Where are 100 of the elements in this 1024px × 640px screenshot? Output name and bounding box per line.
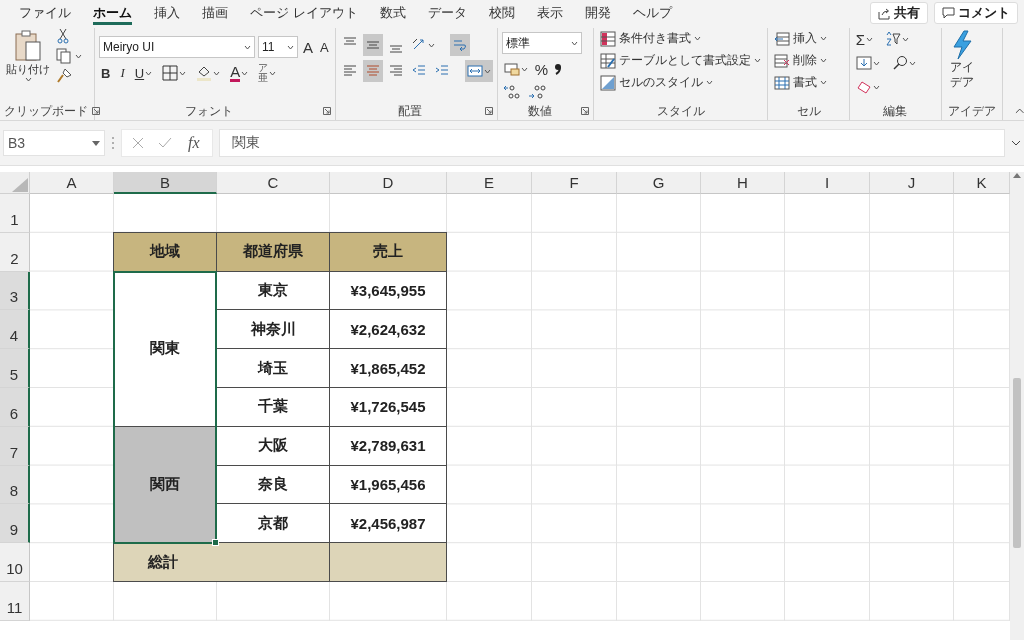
conditional-format-icon: [600, 30, 617, 47]
insert-cells-icon: [774, 30, 791, 47]
ribbon-tab[interactable]: 開発: [573, 0, 622, 26]
column-header[interactable]: A: [30, 172, 114, 194]
caret-icon: [570, 40, 578, 46]
cells-menu-button[interactable]: 書式: [772, 72, 830, 93]
ribbon-tab[interactable]: ホーム: [82, 0, 143, 26]
row-header[interactable]: 4: [0, 310, 30, 350]
column-header[interactable]: G: [617, 172, 701, 194]
ribbon-tab[interactable]: ファイル: [8, 0, 82, 26]
row-header[interactable]: 1: [0, 194, 30, 233]
autosum-button[interactable]: Σ: [853, 28, 876, 50]
total-cell: 総計: [113, 542, 330, 582]
caret-icon: [241, 70, 249, 76]
percent-button[interactable]: %: [532, 58, 551, 80]
column-header[interactable]: F: [532, 172, 617, 194]
align-center-icon: [364, 63, 381, 79]
row-header[interactable]: 7: [0, 426, 30, 466]
dialog-launcher-icon[interactable]: [484, 107, 493, 115]
vertical-scrollbar[interactable]: [1010, 172, 1024, 640]
font-name-dropdown[interactable]: Meiryo UI: [99, 36, 255, 58]
style-menu-button[interactable]: テーブルとして書式設定: [598, 50, 764, 71]
row-header[interactable]: 10: [0, 543, 30, 582]
column-header[interactable]: B: [114, 172, 217, 194]
caret-icon: [24, 77, 32, 82]
ribbon-tab[interactable]: 数式: [368, 0, 417, 26]
table-cell: ¥2,789,631: [329, 425, 447, 466]
group-label: フォント: [183, 103, 234, 119]
wrap-button[interactable]: [449, 34, 470, 56]
group-label: セル: [795, 103, 822, 119]
column-header[interactable]: I: [785, 172, 870, 194]
ribbon-tab[interactable]: 挿入: [143, 0, 191, 26]
cancel-icon[interactable]: [132, 137, 144, 149]
caret-icon: [75, 53, 82, 59]
caret-icon: [694, 36, 702, 41]
row-header[interactable]: 2: [0, 232, 30, 272]
paste-button[interactable]: 貼り付け: [4, 28, 52, 102]
copy-icon[interactable]: [56, 48, 72, 64]
scrollbar-thumb[interactable]: [1013, 378, 1021, 548]
name-box[interactable]: B3: [3, 130, 105, 156]
caret-icon: [866, 36, 874, 42]
column-header[interactable]: K: [954, 172, 1010, 194]
scissors-icon[interactable]: [56, 28, 70, 44]
formula-field[interactable]: 関東: [218, 129, 1005, 157]
row-header[interactable]: 3: [0, 271, 30, 311]
fill-down-icon: [855, 55, 872, 71]
bold-button[interactable]: B: [99, 62, 113, 84]
expand-caret-icon[interactable]: [1011, 140, 1021, 146]
table-cell: ¥1,726,545: [329, 387, 447, 427]
grow-font-button[interactable]: A: [301, 36, 315, 58]
dialog-launcher-icon[interactable]: [92, 107, 100, 115]
share-button[interactable]: 共有: [870, 2, 928, 24]
format-painter-icon[interactable]: [56, 68, 72, 84]
delete-cells-icon: [774, 52, 791, 69]
collapse-ribbon-icon[interactable]: [1014, 107, 1024, 114]
row-header[interactable]: 11: [0, 581, 30, 621]
ribbon-tab[interactable]: データ: [416, 0, 478, 26]
decrease-decimal-icon[interactable]: [527, 84, 546, 100]
cells-menu-button[interactable]: 削除: [772, 50, 830, 71]
cells-menu-button[interactable]: 挿入: [772, 28, 830, 49]
font-color-button[interactable]: A: [228, 62, 251, 84]
cell-style-icon: [600, 74, 617, 91]
number-format-dropdown[interactable]: 標準: [501, 32, 582, 54]
merge-button[interactable]: [464, 60, 493, 82]
caret-icon: [872, 60, 880, 66]
underline-button[interactable]: U: [132, 62, 155, 84]
enter-check-icon[interactable]: [158, 137, 172, 149]
row-header[interactable]: 6: [0, 388, 30, 427]
ribbon-tab[interactable]: 表示: [525, 0, 574, 26]
ribbon-tab[interactable]: ページ レイアウト: [239, 0, 369, 26]
ribbon-tab[interactable]: 描画: [191, 0, 239, 26]
comma-style-icon[interactable]: [553, 62, 564, 76]
middle-button[interactable]: [362, 34, 383, 56]
ribbon-tab[interactable]: ヘルプ: [621, 0, 683, 26]
row-header[interactable]: 9: [0, 504, 30, 544]
dialog-launcher-icon[interactable]: [581, 107, 590, 115]
column-header[interactable]: J: [870, 172, 954, 194]
caret-icon: [520, 66, 528, 72]
comment-button[interactable]: コメント: [934, 2, 1018, 24]
column-header[interactable]: C: [217, 172, 330, 194]
phonetic-button[interactable]: ア亜: [256, 62, 279, 84]
style-menu-button[interactable]: 条件付き書式: [598, 28, 764, 49]
insert-function-button[interactable]: fx: [186, 132, 202, 154]
row-header[interactable]: 5: [0, 349, 30, 388]
increase-decimal-icon[interactable]: [501, 84, 520, 100]
ribbon-tab[interactable]: 校閲: [477, 0, 526, 26]
group-label: 配置: [397, 103, 424, 119]
column-header[interactable]: E: [447, 172, 532, 194]
column-header[interactable]: H: [701, 172, 785, 194]
center-button[interactable]: [362, 60, 383, 82]
shrink-font-button[interactable]: A: [318, 36, 331, 58]
style-menu-button[interactable]: セルのスタイル: [598, 72, 764, 93]
column-header[interactable]: D: [330, 172, 447, 194]
clipboard-icon: [13, 30, 43, 62]
font-size-dropdown[interactable]: 11: [258, 36, 298, 58]
row-header[interactable]: 8: [0, 465, 30, 505]
dialog-launcher-icon[interactable]: [322, 107, 331, 115]
ideas-button[interactable]: アイデア: [945, 28, 978, 102]
italic-button[interactable]: I: [118, 62, 127, 84]
align-left-icon: [341, 63, 358, 79]
